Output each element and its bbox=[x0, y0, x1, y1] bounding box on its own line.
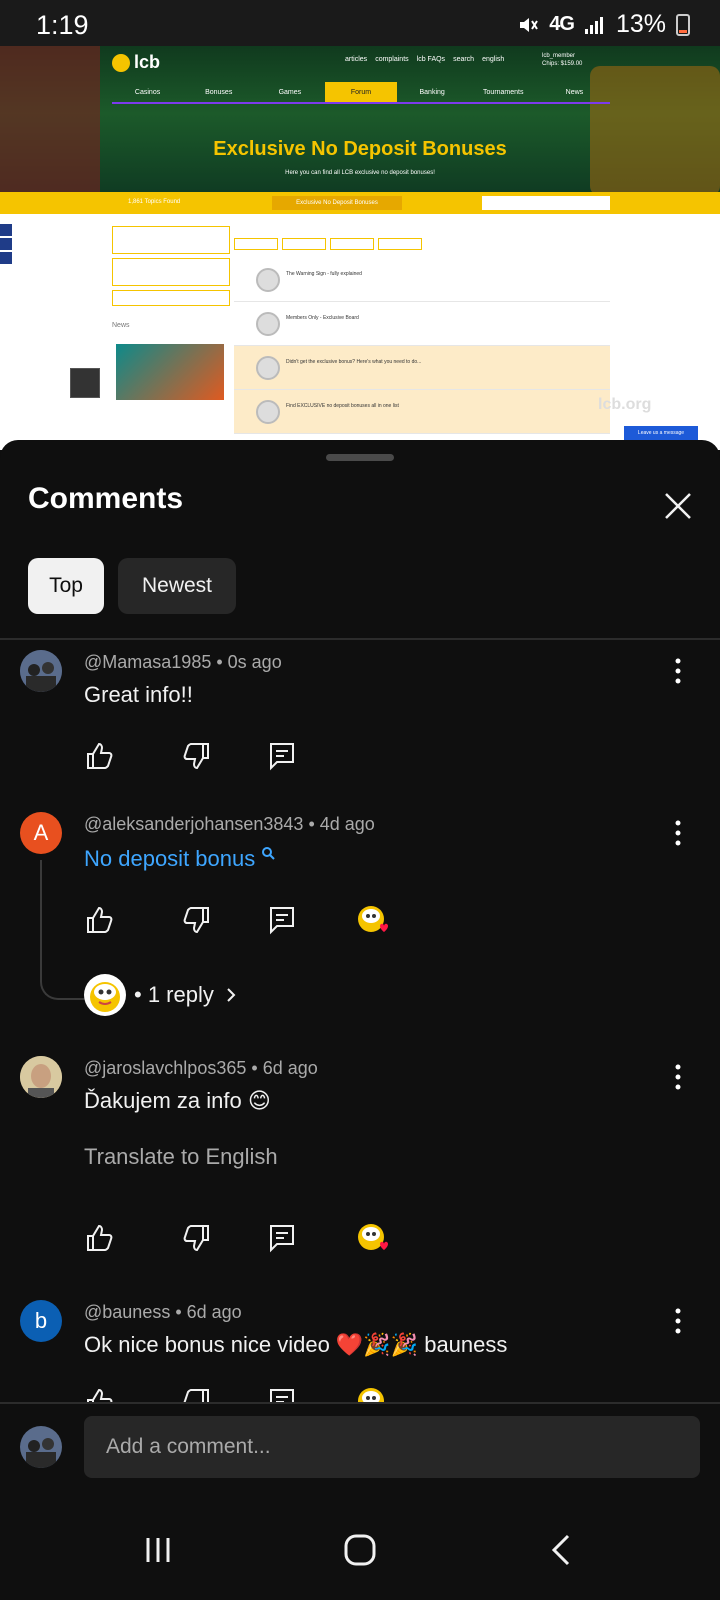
video-forum-tabs bbox=[234, 238, 422, 250]
recent-apps-icon[interactable] bbox=[136, 1528, 180, 1572]
chevron-right-icon bbox=[227, 988, 236, 1002]
battery-percent: 13% bbox=[615, 10, 666, 38]
like-icon[interactable] bbox=[84, 904, 116, 936]
video-watermark: lcb.org bbox=[598, 396, 652, 413]
avatar[interactable] bbox=[20, 650, 62, 692]
view-replies-button[interactable]: • 1 reply bbox=[84, 974, 240, 1016]
comment-time: 4d ago bbox=[319, 814, 375, 834]
more-options-icon[interactable] bbox=[664, 654, 692, 688]
video-top-links: articles complaints lcb FAQs search english bbox=[345, 56, 505, 63]
divider bbox=[0, 638, 720, 640]
comment-text: Ok nice bonus nice video ❤️🎉🎉 bauness bbox=[84, 1332, 508, 1357]
dislike-icon[interactable] bbox=[180, 904, 212, 936]
avatar[interactable]: A bbox=[20, 812, 62, 854]
video-topic-bar: 1,861 Topics Found Exclusive No Deposit … bbox=[0, 192, 720, 214]
comment-time: 6d ago bbox=[186, 1302, 242, 1322]
dislike-icon[interactable] bbox=[180, 740, 212, 772]
dislike-icon[interactable] bbox=[180, 1222, 212, 1254]
video-overlay-square bbox=[70, 368, 100, 398]
filter-newest-chip[interactable]: Newest bbox=[118, 558, 236, 614]
avatar-photo-icon bbox=[20, 1056, 62, 1098]
comment-author[interactable]: @Mamasa1985 bbox=[84, 652, 211, 672]
comment-search-link[interactable]: No deposit bonus bbox=[84, 846, 276, 872]
reply-icon[interactable] bbox=[266, 1222, 298, 1254]
comment-author[interactable]: @jaroslavchlpos365 bbox=[84, 1058, 246, 1078]
more-options-icon[interactable] bbox=[664, 1304, 692, 1338]
reply-icon[interactable] bbox=[266, 740, 298, 772]
video-site-logo: lcb bbox=[112, 52, 160, 73]
reply-icon[interactable] bbox=[266, 904, 298, 936]
status-bar: 1:19 4G 13% bbox=[0, 0, 720, 46]
creator-heart-icon bbox=[358, 1388, 384, 1402]
video-hero-title: Exclusive No Deposit Bonuses bbox=[213, 138, 507, 160]
channel-avatar-icon bbox=[84, 974, 126, 1016]
drag-handle[interactable] bbox=[326, 454, 394, 461]
comment-composer: Add a comment... bbox=[0, 1402, 720, 1502]
comment-meta: @Mamasa1985 • 0s ago bbox=[84, 652, 282, 672]
add-comment-input[interactable]: Add a comment... bbox=[84, 1416, 700, 1478]
search-icon bbox=[262, 847, 276, 860]
status-time: 1:19 bbox=[36, 10, 89, 40]
mute-icon bbox=[520, 17, 539, 32]
avatar[interactable]: b bbox=[20, 1300, 62, 1342]
status-icons: 4G 13% bbox=[517, 10, 690, 39]
comment-time: 6d ago bbox=[262, 1058, 318, 1078]
battery-icon bbox=[676, 13, 690, 36]
video-sidebar bbox=[112, 226, 230, 310]
like-icon[interactable] bbox=[84, 1386, 116, 1402]
comment-actions bbox=[84, 740, 404, 776]
video-site-nav: Casinos Bonuses Games Forum Banking Tournamen… bbox=[112, 82, 610, 104]
comment-actions bbox=[84, 904, 404, 940]
comment-text: Ďakujem za info 😊 bbox=[84, 1088, 271, 1113]
more-options-icon[interactable] bbox=[664, 1060, 692, 1094]
more-options-icon[interactable] bbox=[664, 816, 692, 850]
avatar-photo-icon bbox=[20, 1426, 62, 1468]
reply-thread-line bbox=[40, 860, 84, 1000]
comment-meta: @aleksanderjohansen3843 • 4d ago bbox=[84, 814, 375, 834]
back-icon[interactable] bbox=[540, 1528, 584, 1572]
filter-top-chip[interactable]: Top bbox=[28, 558, 104, 614]
close-icon[interactable] bbox=[658, 486, 698, 526]
video-player[interactable]: lcb articles complaints lcb FAQs search engl… bbox=[0, 46, 720, 450]
video-user-info: lcb_member Chips: $159.00 bbox=[542, 53, 583, 67]
signal-icon bbox=[584, 16, 603, 34]
comment-text: Great info!! bbox=[84, 682, 193, 707]
video-news-thumbnail bbox=[116, 344, 224, 400]
reply-count: 1 reply bbox=[147, 982, 214, 1007]
system-navigation-bar bbox=[0, 1502, 720, 1600]
avatar-photo-icon bbox=[20, 650, 62, 692]
comment-actions bbox=[84, 1386, 404, 1402]
like-icon[interactable] bbox=[84, 1222, 116, 1254]
like-icon[interactable] bbox=[84, 740, 116, 772]
video-chat-button: Leave us a message bbox=[624, 426, 698, 440]
comments-title: Comments bbox=[28, 482, 184, 515]
reply-icon[interactable] bbox=[266, 1386, 298, 1402]
video-topic-list: The Warning Sign - fully explained Membe… bbox=[234, 258, 610, 434]
comment-author[interactable]: @bauness bbox=[84, 1302, 170, 1322]
video-hero-subtitle: Here you can find all LCB exclusive no d… bbox=[285, 170, 435, 176]
translate-link[interactable]: Translate to English bbox=[84, 1144, 278, 1170]
comment-meta: @bauness • 6d ago bbox=[84, 1302, 242, 1322]
comment-author[interactable]: @aleksanderjohansen3843 bbox=[84, 814, 303, 834]
creator-heart-icon bbox=[358, 906, 388, 932]
my-avatar bbox=[20, 1426, 62, 1468]
dislike-icon[interactable] bbox=[180, 1386, 212, 1402]
creator-heart-icon bbox=[358, 1224, 388, 1250]
video-news-label: News bbox=[112, 322, 130, 329]
comment-actions bbox=[84, 1222, 404, 1258]
comment-time: 0s ago bbox=[227, 652, 282, 672]
video-social-buttons bbox=[0, 224, 12, 266]
home-icon[interactable] bbox=[338, 1528, 382, 1572]
comment-meta: @jaroslavchlpos365 • 6d ago bbox=[84, 1058, 318, 1078]
network-type: 4G bbox=[549, 13, 575, 35]
avatar[interactable] bbox=[20, 1056, 62, 1098]
